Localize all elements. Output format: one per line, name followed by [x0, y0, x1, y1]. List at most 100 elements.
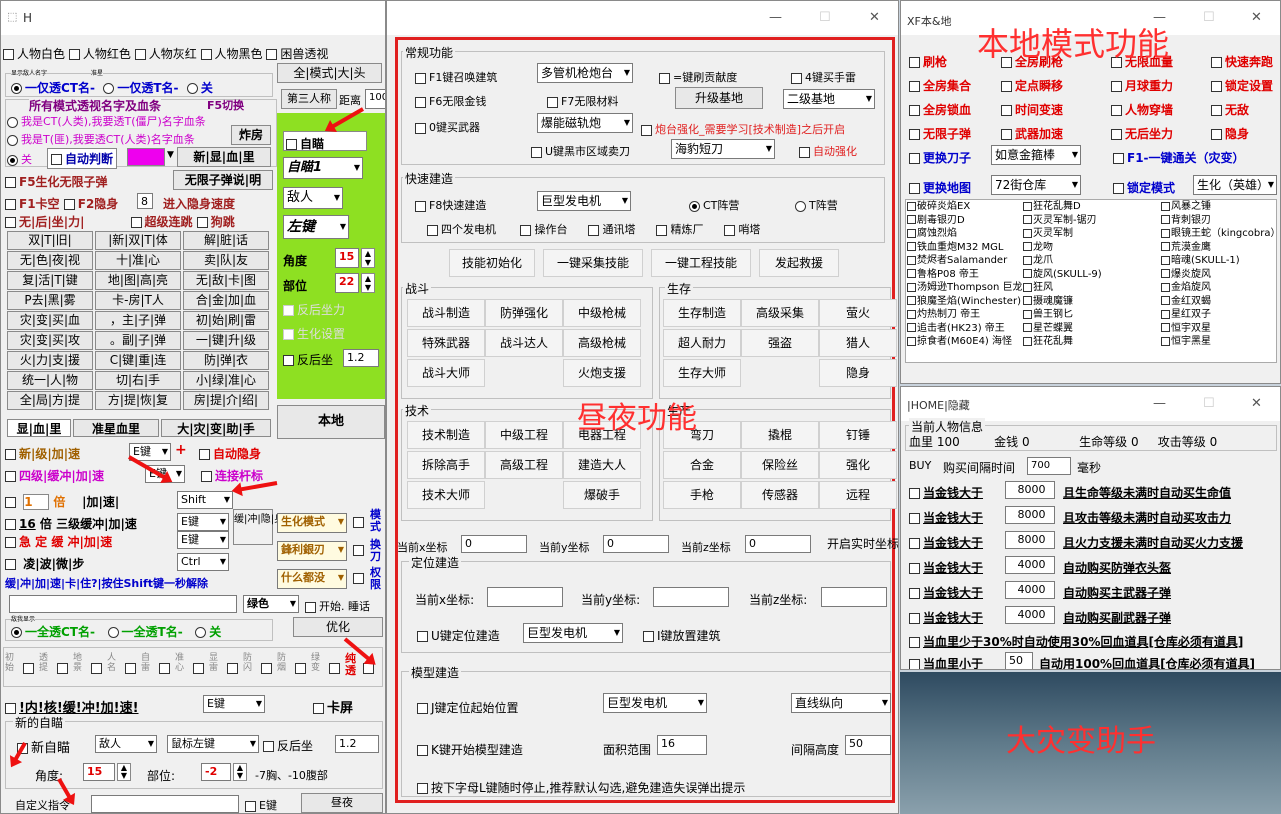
f1-build[interactable]: F1键召唤建筑	[415, 69, 497, 85]
i-place[interactable]: I键放置建筑	[643, 627, 721, 644]
newaim-target[interactable]: 敌人	[95, 735, 157, 753]
knife-vert-check[interactable]	[353, 543, 367, 556]
auto-buy-check[interactable]: 当金钱大于	[909, 509, 983, 526]
crosshair-xueli-tab[interactable]: 准星血里	[73, 419, 159, 437]
hack-button[interactable]: 全|局|方|提	[7, 391, 93, 410]
prod-button[interactable]: 撬棍	[741, 421, 819, 449]
part-spin[interactable]: ▲ ▼	[233, 763, 247, 781]
maximize-button[interactable]: ☐	[819, 10, 831, 25]
aim-part-spin[interactable]: ▲ ▼	[361, 273, 375, 293]
urgent-row[interactable]: 急 定 缓 冲|加|速	[5, 533, 112, 550]
j-pos[interactable]: J键定位起始位置	[417, 699, 519, 716]
auto-hide[interactable]: 自动隐身	[199, 445, 261, 462]
hack-button[interactable]: 合|金|加|血	[183, 291, 269, 310]
tech-button[interactable]: 中级工程	[485, 421, 563, 449]
aim-back-check[interactable]: 反后坐	[283, 351, 333, 368]
ct-radio[interactable]: CT阵营	[689, 197, 739, 213]
radio-a[interactable]: 我是CT(人类),我要透T(僵尸)名字血条	[7, 113, 206, 129]
k0-check[interactable]: 0键买武器	[415, 119, 480, 135]
live-button[interactable]: 萤火	[819, 299, 897, 327]
mg-select[interactable]: 多管机枪炮台	[537, 63, 633, 83]
auto-buy-check[interactable]: 当金钱大于	[909, 534, 983, 551]
weapon-item[interactable]: 狂花乱舞D	[1023, 201, 1081, 213]
tech-button[interactable]: 爆破手	[563, 481, 641, 509]
live-button[interactable]: 强盗	[741, 329, 819, 357]
bio-mode-select[interactable]: 生化模式	[277, 513, 347, 533]
aim-angle-spin[interactable]: ▲ ▼	[361, 248, 375, 268]
auto-buy-amount[interactable]: 8000	[1005, 506, 1055, 524]
cx-input[interactable]: 0	[461, 535, 527, 553]
start-sleep-check[interactable]: 开始. 睡话	[305, 598, 370, 614]
aim-self-check[interactable]: 自瞄	[283, 131, 367, 151]
change-knife[interactable]: 更换刀子	[909, 149, 971, 166]
f2-speed[interactable]: 8	[137, 193, 153, 209]
u-check[interactable]: U键黑市区域卖刀	[531, 143, 630, 159]
prod-button[interactable]: 强化	[819, 451, 897, 479]
ctrl-checkbox[interactable]	[159, 663, 170, 674]
hack-button[interactable]: 方|提|恢|复	[95, 391, 181, 410]
ctrl-checkbox[interactable]	[295, 663, 306, 674]
auto-strengthen[interactable]: 自动强化	[799, 143, 857, 159]
weapon-item[interactable]: 灭灵军制-锯刃	[1023, 215, 1097, 227]
weapon-item[interactable]: 龙吻	[1023, 242, 1053, 254]
cy-input[interactable]: 0	[603, 535, 669, 553]
hack-button[interactable]: 十|准|心	[95, 251, 181, 270]
gap-input[interactable]: 50	[845, 735, 891, 755]
ctrl-checkbox[interactable]	[261, 663, 272, 674]
radio-c[interactable]: 关	[7, 151, 32, 167]
maximize-button-3[interactable]: ☐	[1203, 10, 1215, 25]
dog-jump[interactable]: 狗跳	[196, 215, 235, 229]
fight-button[interactable]: 战斗制造	[407, 299, 485, 327]
weapon-item[interactable]: 旋风(SKULL-9)	[1023, 269, 1102, 281]
aim-part-input[interactable]: 22	[335, 273, 359, 293]
newaim-recoil-check[interactable]: 反后坐	[263, 737, 313, 754]
sentry-check[interactable]: 哨塔	[724, 223, 760, 236]
local-option[interactable]: 无后坐力	[1111, 125, 1173, 142]
knife-select-3[interactable]: 如意金箍棒	[991, 145, 1081, 165]
tech-button[interactable]: 拆除高手	[407, 451, 485, 479]
k4-check[interactable]: 4键买手雷	[791, 69, 856, 85]
prod-button[interactable]: 合金	[663, 451, 741, 479]
close-button-4[interactable]: ✕	[1251, 396, 1262, 411]
radio-ct[interactable]: 一仅透CT名-	[11, 81, 95, 95]
prod-button[interactable]: 传感器	[741, 481, 819, 509]
mode-select[interactable]: 生化（英雄）	[1193, 175, 1277, 195]
prod-button[interactable]: 远程	[819, 481, 897, 509]
local-option[interactable]: 无敌	[1211, 101, 1249, 118]
weapon-item[interactable]: 鲁格P08 帝王	[907, 269, 979, 281]
ctrl-checkbox[interactable]	[125, 663, 136, 674]
weapon-item[interactable]: 狂花乱舞	[1023, 336, 1073, 348]
local-option[interactable]: 刷枪	[909, 53, 947, 70]
weapon-item[interactable]: 破碎炎焰EX	[907, 201, 970, 213]
hack-button[interactable]: 无|敌|卡|图	[183, 271, 269, 290]
weapon-item[interactable]: 背刺银刃	[1161, 215, 1211, 227]
aim-select-1[interactable]: 自瞄1	[283, 157, 363, 179]
tech-button[interactable]: 技术制造	[407, 421, 485, 449]
weapon-item[interactable]: 爆炎旋风	[1161, 269, 1211, 281]
auto-buy-check[interactable]: 当金钱大于	[909, 484, 983, 501]
auto-buy-amount[interactable]: 4000	[1005, 606, 1055, 624]
color-picker[interactable]	[127, 148, 165, 166]
sixteen-check[interactable]	[5, 517, 19, 531]
eng-skill-button[interactable]: 一键工程技能	[651, 249, 751, 277]
u-locate[interactable]: U键定位建造	[417, 627, 500, 644]
generator-select-2[interactable]: 巨型发电机	[523, 623, 623, 643]
chk-black[interactable]: 人物黑色	[200, 47, 263, 61]
rescue-button[interactable]: 发起救援	[759, 249, 839, 277]
weapon-item[interactable]: 金红双蝎	[1161, 296, 1211, 308]
xueli-tab[interactable]: 显|血|里	[7, 419, 71, 437]
bio-infinite[interactable]: F5生化无限子弹	[5, 173, 108, 190]
angle-spin[interactable]: ▲ ▼	[117, 763, 131, 781]
pz-input[interactable]	[821, 587, 887, 607]
local-option[interactable]: 月球重力	[1111, 77, 1173, 94]
cannon-select[interactable]: 爆能磁轨炮	[537, 113, 633, 133]
weapon-item[interactable]: 焚烬者Salamander	[907, 255, 1007, 267]
hack-button[interactable]: 。副|子|弹	[95, 331, 181, 350]
custom-e-check[interactable]: E键	[245, 797, 277, 813]
f8-check[interactable]: F8快速建造	[415, 197, 486, 213]
urgent-key[interactable]: E键	[177, 531, 229, 549]
auto-judge[interactable]: 自动判断	[47, 148, 118, 169]
hack-button[interactable]: C|键|重|连	[95, 351, 181, 370]
ctrl-checkbox[interactable]	[57, 663, 68, 674]
auto-buy-check[interactable]: 当金钱大于	[909, 559, 983, 576]
